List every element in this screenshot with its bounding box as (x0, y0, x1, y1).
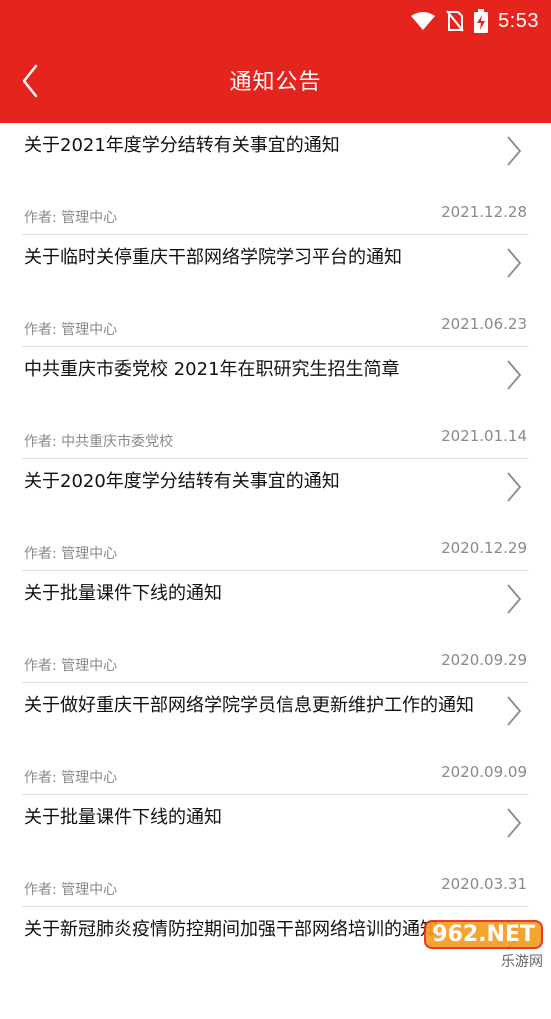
chevron-right-icon (507, 696, 522, 726)
chevron-right-icon (507, 472, 522, 502)
notice-title: 关于做好重庆干部网络学院学员信息更新维护工作的通知 (24, 695, 474, 716)
notice-list: 关于2021年度学分结转有关事宜的通知 作者: 管理中心 2021.12.28 … (0, 123, 551, 1019)
notice-date: 2021.06.23 (441, 315, 527, 333)
wifi-icon (410, 11, 436, 31)
list-item[interactable]: 关于2021年度学分结转有关事宜的通知 作者: 管理中心 2021.12.28 (0, 123, 551, 235)
notice-title: 关于临时关停重庆干部网络学院学习平台的通知 (24, 247, 402, 268)
notice-author: 作者: 管理中心 (24, 546, 118, 562)
site-watermark: 962.NET 乐游网 (403, 917, 543, 973)
battery-charging-icon (474, 9, 489, 33)
notice-title: 关于2021年度学分结转有关事宜的通知 (24, 135, 340, 156)
notice-date: 2020.09.09 (441, 763, 527, 781)
chevron-right-icon (507, 360, 522, 390)
watermark-brand: 962.NET (424, 919, 543, 949)
status-bar: 5:53 (410, 8, 539, 34)
notice-date: 2021.12.28 (441, 203, 527, 221)
watermark-sub: 乐游网 (501, 953, 543, 970)
list-item[interactable]: 中共重庆市委党校 2021年在职研究生招生简章 作者: 中共重庆市委党校 202… (0, 347, 551, 459)
chevron-right-icon (507, 584, 522, 614)
notice-title: 关于2020年度学分结转有关事宜的通知 (24, 471, 340, 492)
notice-date: 2020.12.29 (441, 539, 527, 557)
page-title: 通知公告 (229, 70, 322, 95)
list-item[interactable]: 关于2020年度学分结转有关事宜的通知 作者: 管理中心 2020.12.29 (0, 459, 551, 571)
list-item[interactable]: 关于临时关停重庆干部网络学院学习平台的通知 作者: 管理中心 2021.06.2… (0, 235, 551, 347)
list-item[interactable]: 关于批量课件下线的通知 作者: 管理中心 2020.09.29 (0, 571, 551, 683)
notice-date: 2021.01.14 (441, 427, 527, 445)
notice-title: 关于批量课件下线的通知 (24, 807, 222, 828)
chevron-right-icon (507, 808, 522, 838)
notice-author: 作者: 管理中心 (24, 322, 118, 338)
status-time: 5:53 (498, 9, 539, 32)
notice-author: 作者: 管理中心 (24, 770, 118, 786)
app-header: 5:53 通知公告 (0, 0, 551, 123)
notice-author: 作者: 管理中心 (24, 658, 118, 674)
notice-title: 关于批量课件下线的通知 (24, 583, 222, 604)
chevron-right-icon (507, 136, 522, 166)
notice-title: 中共重庆市委党校 2021年在职研究生招生简章 (24, 359, 400, 380)
chevron-right-icon (507, 248, 522, 278)
notice-author: 作者: 管理中心 (24, 882, 118, 898)
no-sim-icon (446, 10, 464, 32)
list-item[interactable]: 关于批量课件下线的通知 作者: 管理中心 2020.03.31 (0, 795, 551, 907)
notice-date: 2020.03.31 (441, 875, 527, 893)
notice-date: 2020.09.29 (441, 651, 527, 669)
notice-author: 作者: 中共重庆市委党校 (24, 434, 174, 450)
list-item[interactable]: 关于做好重庆干部网络学院学员信息更新维护工作的通知 作者: 管理中心 2020.… (0, 683, 551, 795)
notice-author: 作者: 管理中心 (24, 210, 118, 226)
